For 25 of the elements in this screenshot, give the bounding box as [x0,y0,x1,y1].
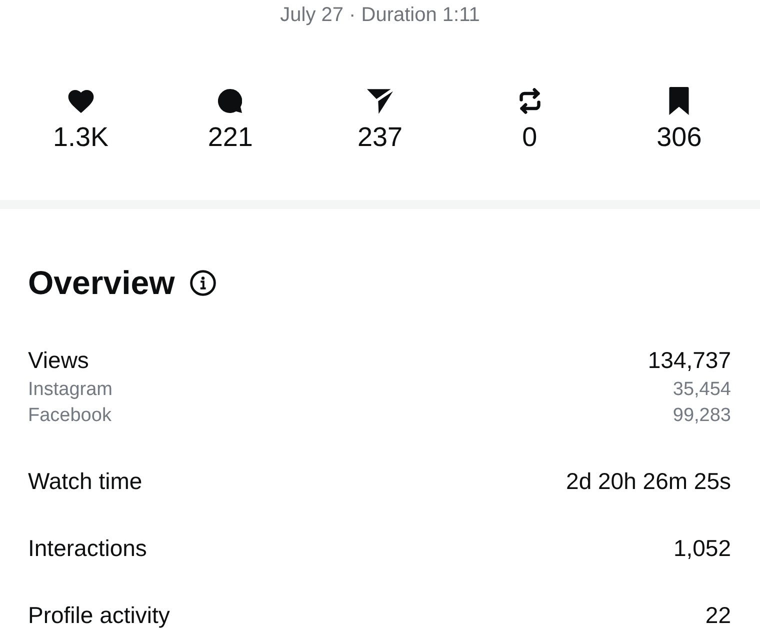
source-label: Instagram [28,378,112,402]
source-label: Facebook [28,404,112,428]
paper-plane-icon [366,88,393,114]
source-value: 99,283 [672,404,731,428]
info-icon[interactable] [190,270,216,296]
metric-label: Interactions [28,534,147,563]
metric-label: Profile activity [28,601,170,630]
bookmark-icon [667,87,692,115]
metric-value: 22 [705,601,731,630]
stat-count: 221 [208,122,253,152]
stat-count: 1.3K [53,122,109,152]
metric-value: 2d 20h 26m 25s [566,467,731,496]
heart-icon [68,90,94,112]
repost-icon [518,88,541,114]
section-title: Overview [28,263,175,303]
metric-label: Watch time [28,467,142,496]
post-date-duration: July 27 · Duration 1:11 [280,3,480,28]
stat-count: 0 [522,122,538,152]
metric-value: 1,052 [673,534,731,563]
metric-value: 134,737 [648,346,731,375]
stat-count: 237 [357,122,403,152]
metric-label: Views [28,346,89,375]
source-value: 35,454 [672,378,731,402]
stat-count: 306 [656,122,702,152]
speech-bubble-icon [218,89,242,113]
